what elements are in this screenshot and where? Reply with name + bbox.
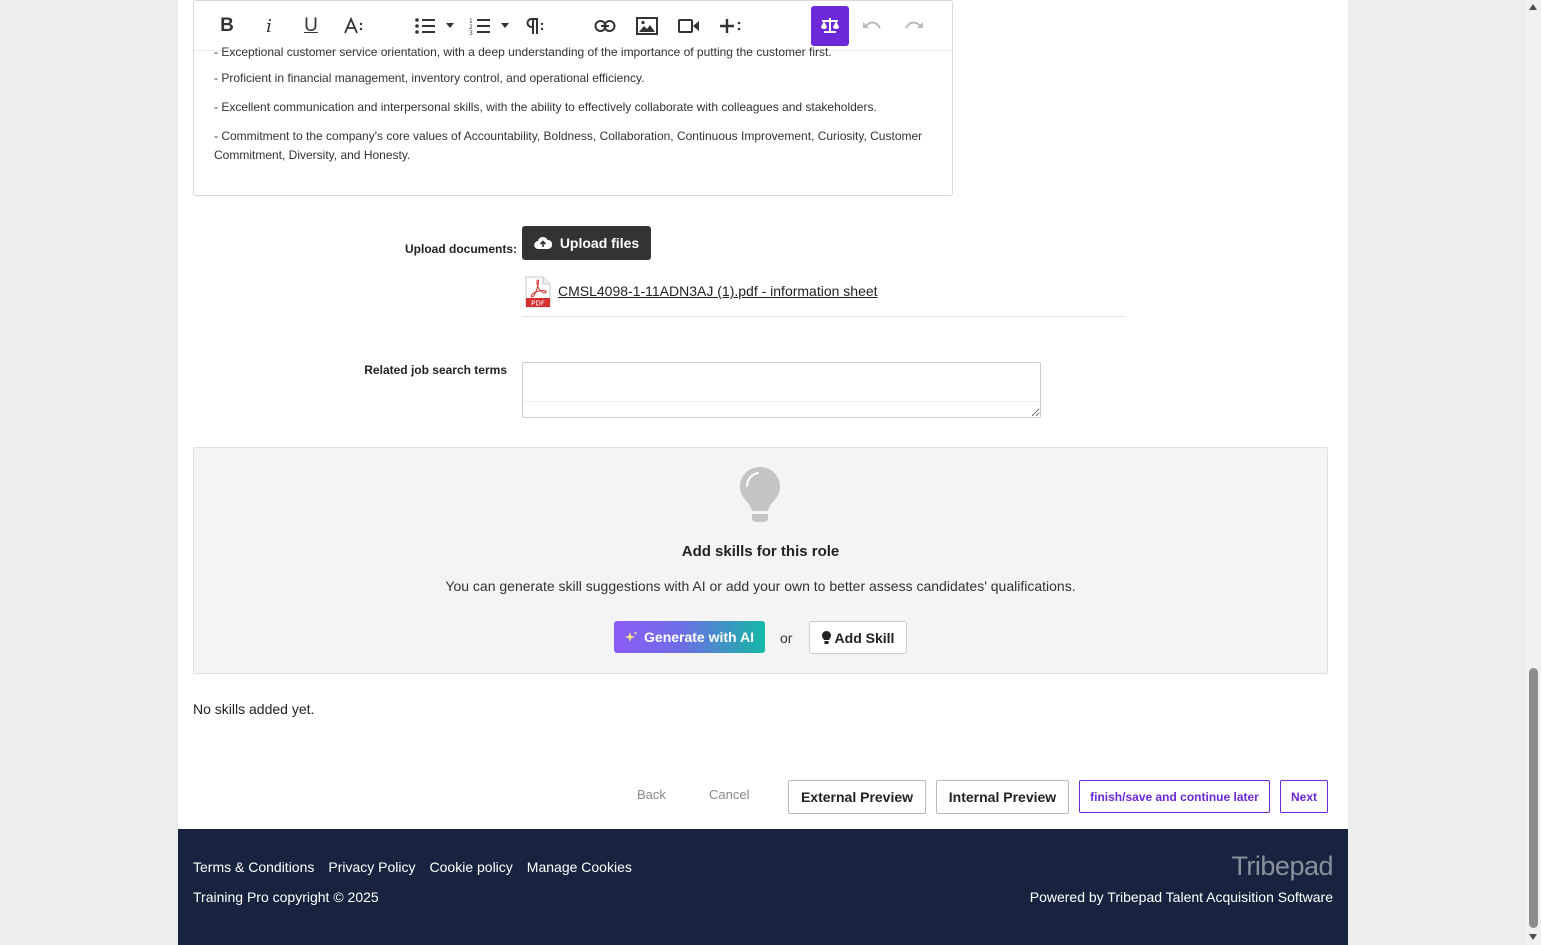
privacy-policy-link[interactable]: Privacy Policy	[328, 859, 415, 875]
undo-icon	[863, 21, 881, 29]
tribepad-logo: Tribepad	[1231, 851, 1333, 881]
inclusive-language-button[interactable]	[811, 6, 849, 46]
or-separator: or	[780, 630, 793, 646]
back-button[interactable]: Back	[637, 787, 666, 802]
editor-paragraph: - Proficient in financial management, in…	[214, 71, 645, 85]
underline-icon: U	[304, 15, 318, 36]
lightbulb-icon	[821, 630, 831, 644]
editor-paragraph: - Excellent communication and interperso…	[214, 100, 877, 114]
editor-paragraph: - Exceptional customer service orientati…	[214, 45, 832, 59]
editor-paragraph: - Commitment to the company's core value…	[214, 129, 923, 162]
bold-icon: B	[220, 15, 234, 36]
scroll-down-arrow-icon[interactable]	[1529, 934, 1537, 940]
sparkle-icon	[625, 630, 638, 642]
plus-icon	[720, 19, 741, 33]
skills-description: You can generate skill suggestions with …	[445, 578, 1076, 594]
pdf-file-icon: PDF	[525, 276, 551, 308]
editor-content[interactable]: - Exceptional customer service orientati…	[214, 45, 934, 175]
add-skill-button[interactable]: Add Skill	[809, 621, 907, 654]
insert-video-button[interactable]	[676, 11, 702, 41]
numbered-list-button[interactable]: 123	[467, 11, 493, 41]
skills-panel: Add skills for this role You can generat…	[193, 447, 1328, 674]
image-icon	[636, 17, 658, 35]
generate-with-ai-label: Generate with AI	[644, 629, 754, 645]
cancel-button[interactable]: Cancel	[709, 787, 749, 802]
cloud-upload-icon	[534, 236, 552, 250]
upload-documents-label: Upload documents:	[404, 242, 517, 256]
paragraph-icon	[526, 18, 544, 34]
skills-title: Add skills for this role	[681, 543, 840, 560]
numbered-list-icon: 123	[469, 18, 490, 35]
chevron-down-icon[interactable]	[501, 23, 509, 28]
underline-button[interactable]: U	[300, 11, 322, 41]
finish-save-later-button[interactable]: finish/save and continue later	[1079, 780, 1270, 813]
next-button[interactable]: Next	[1280, 780, 1328, 813]
external-preview-button[interactable]: External Preview	[788, 780, 926, 814]
undo-button[interactable]	[860, 11, 884, 41]
terms-conditions-link[interactable]: Terms & Conditions	[193, 859, 314, 875]
lightbulb-icon	[740, 467, 780, 522]
copyright-text: Training Pro copyright © 2025	[193, 889, 379, 905]
insert-link-button[interactable]	[592, 11, 618, 41]
powered-by-text: Powered by Tribepad Talent Acquisition S…	[1029, 889, 1333, 905]
uploaded-file-link[interactable]: CMSL4098-1-11ADN3AJ (1).pdf - informatio…	[558, 283, 878, 299]
bold-button[interactable]: B	[216, 11, 238, 41]
upload-files-label: Upload files	[559, 235, 640, 251]
uploaded-file-row: PDF CMSL4098-1-11ADN3AJ (1).pdf - inform…	[522, 272, 1124, 317]
manage-cookies-link[interactable]: Manage Cookies	[527, 859, 632, 875]
input-divider	[523, 401, 1040, 402]
paragraph-format-button[interactable]	[523, 11, 547, 41]
insert-more-button[interactable]	[719, 11, 743, 41]
rich-text-editor[interactable]: B i U 123 - Exceptional customer service…	[193, 0, 953, 196]
redo-icon	[905, 21, 923, 29]
italic-button[interactable]: i	[258, 11, 280, 41]
bullet-list-button[interactable]	[412, 11, 438, 41]
scroll-up-arrow-icon[interactable]	[1529, 4, 1537, 10]
italic-icon: i	[266, 15, 272, 37]
redo-button[interactable]	[902, 11, 926, 41]
video-icon	[678, 19, 699, 33]
footer-links: Terms & Conditions Privacy Policy Cookie…	[193, 859, 632, 875]
cookie-policy-link[interactable]: Cookie policy	[430, 859, 513, 875]
balance-scale-icon	[821, 18, 839, 33]
internal-preview-button[interactable]: Internal Preview	[936, 780, 1069, 814]
svg-text:3: 3	[469, 30, 473, 35]
pdf-badge: PDF	[531, 300, 545, 308]
related-search-terms-input[interactable]	[522, 362, 1041, 418]
main-content: B i U 123 - Exceptional customer service…	[178, 0, 1348, 829]
insert-image-button[interactable]	[634, 11, 660, 41]
upload-files-button[interactable]: Upload files	[522, 226, 651, 260]
scrollbar-thumb[interactable]	[1529, 668, 1538, 928]
font-size-icon	[344, 16, 363, 34]
generate-with-ai-button[interactable]: Generate with AI	[614, 621, 765, 653]
link-icon	[594, 20, 616, 32]
bullet-list-icon	[415, 18, 435, 34]
add-skill-label: Add Skill	[834, 629, 895, 646]
chevron-down-icon[interactable]	[446, 23, 454, 28]
no-skills-message: No skills added yet.	[193, 701, 315, 717]
related-search-terms-label: Related job search terms	[364, 363, 507, 377]
page-scrollbar[interactable]	[1526, 0, 1541, 945]
footer: Terms & Conditions Privacy Policy Cookie…	[178, 829, 1348, 945]
font-size-button[interactable]	[342, 11, 366, 41]
